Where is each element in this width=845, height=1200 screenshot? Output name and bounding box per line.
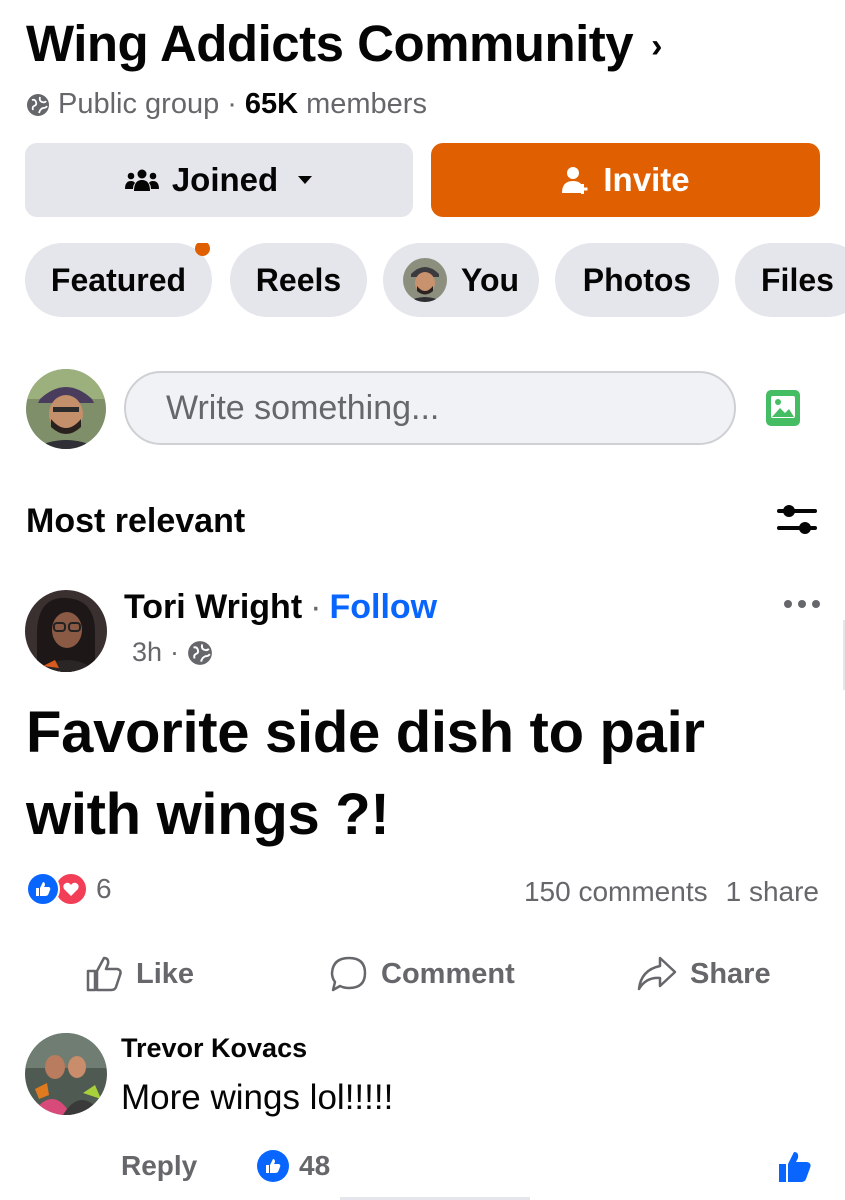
chevron-right-icon[interactable]: › bbox=[651, 27, 662, 66]
post-meta: 3h · bbox=[132, 637, 213, 668]
comment-label: Comment bbox=[381, 957, 515, 990]
tab-reels[interactable]: Reels bbox=[230, 243, 367, 317]
meta-separator: · bbox=[227, 88, 237, 120]
comment-button[interactable]: Comment bbox=[329, 954, 515, 994]
member-suffix[interactable]: members bbox=[306, 88, 427, 121]
globe-icon bbox=[188, 640, 212, 665]
avatar[interactable] bbox=[25, 1033, 107, 1115]
like-label: Like bbox=[136, 957, 195, 990]
joined-label: Joined bbox=[171, 161, 279, 198]
like-button[interactable]: Like bbox=[84, 954, 194, 994]
shares-count[interactable]: 1 share bbox=[726, 876, 819, 908]
more-options-icon[interactable] bbox=[782, 594, 822, 614]
tab-you[interactable]: You bbox=[383, 243, 539, 317]
joined-button[interactable]: Joined bbox=[25, 143, 413, 217]
share-button[interactable]: Share bbox=[636, 954, 771, 994]
tab-files[interactable]: Files bbox=[735, 243, 845, 317]
post-author-row: Tori Wright · Follow bbox=[124, 588, 437, 627]
write-something-input[interactable]: Write something... bbox=[124, 371, 736, 445]
tab-label: Files bbox=[761, 261, 834, 298]
follow-link[interactable]: Follow bbox=[329, 588, 437, 627]
reactions-summary[interactable]: 6 bbox=[26, 872, 112, 906]
group-name[interactable]: Wing Addicts Community bbox=[26, 14, 634, 73]
share-arrow-icon bbox=[637, 956, 677, 991]
photo-icon[interactable] bbox=[765, 389, 801, 427]
tab-label: Photos bbox=[582, 261, 692, 298]
tab-label: Featured bbox=[50, 261, 187, 298]
group-meta: Public group · 65K members bbox=[26, 88, 427, 121]
tab-label: Reels bbox=[255, 261, 342, 298]
sort-label[interactable]: Most relevant bbox=[26, 502, 245, 541]
group-icon bbox=[124, 167, 160, 193]
tab-label: You bbox=[460, 261, 520, 298]
comment-author[interactable]: Trevor Kovacs bbox=[121, 1033, 307, 1064]
comment-like-count: 48 bbox=[299, 1150, 331, 1181]
add-person-icon bbox=[561, 165, 591, 195]
globe-icon bbox=[27, 93, 49, 116]
avatar[interactable] bbox=[26, 369, 106, 449]
comment-reactions[interactable]: 48 bbox=[257, 1150, 330, 1182]
thumbs-up-icon bbox=[86, 956, 122, 992]
comments-count[interactable]: 150 comments bbox=[524, 876, 708, 908]
invite-button[interactable]: Invite bbox=[431, 143, 820, 217]
invite-label: Invite bbox=[603, 161, 690, 198]
notification-dot bbox=[195, 243, 210, 256]
reply-button[interactable]: Reply bbox=[121, 1150, 197, 1182]
post-stats: 150 comments 1 share bbox=[524, 876, 819, 908]
post-author-name[interactable]: Tori Wright bbox=[124, 588, 302, 627]
thumbs-up-icon[interactable] bbox=[777, 1150, 813, 1184]
author-separator: · bbox=[310, 588, 322, 626]
comment-text: More wings lol!!!!! bbox=[121, 1078, 394, 1117]
tab-photos[interactable]: Photos bbox=[555, 243, 719, 317]
post-text: Favorite side dish to pair with wings ?! bbox=[26, 700, 705, 847]
caret-down-icon bbox=[296, 174, 314, 186]
reaction-count: 6 bbox=[96, 873, 112, 904]
like-reaction-icon bbox=[26, 872, 60, 906]
avatar[interactable] bbox=[25, 590, 107, 672]
avatar bbox=[402, 258, 447, 302]
member-count[interactable]: 65K bbox=[245, 88, 298, 121]
tab-featured[interactable]: Featured bbox=[25, 243, 212, 317]
composer-placeholder: Write something... bbox=[166, 388, 440, 427]
comment-bubble-icon bbox=[330, 956, 367, 992]
filter-icon[interactable] bbox=[775, 500, 819, 540]
share-label: Share bbox=[690, 957, 771, 990]
like-reaction-icon bbox=[257, 1150, 289, 1182]
post-time[interactable]: 3h bbox=[132, 637, 162, 668]
time-separator: · bbox=[170, 637, 180, 667]
group-tabs: Featured Reels You Photos Files bbox=[25, 243, 845, 317]
group-title-row[interactable]: Wing Addicts Community › bbox=[26, 14, 662, 73]
privacy-label: Public group bbox=[58, 88, 220, 120]
